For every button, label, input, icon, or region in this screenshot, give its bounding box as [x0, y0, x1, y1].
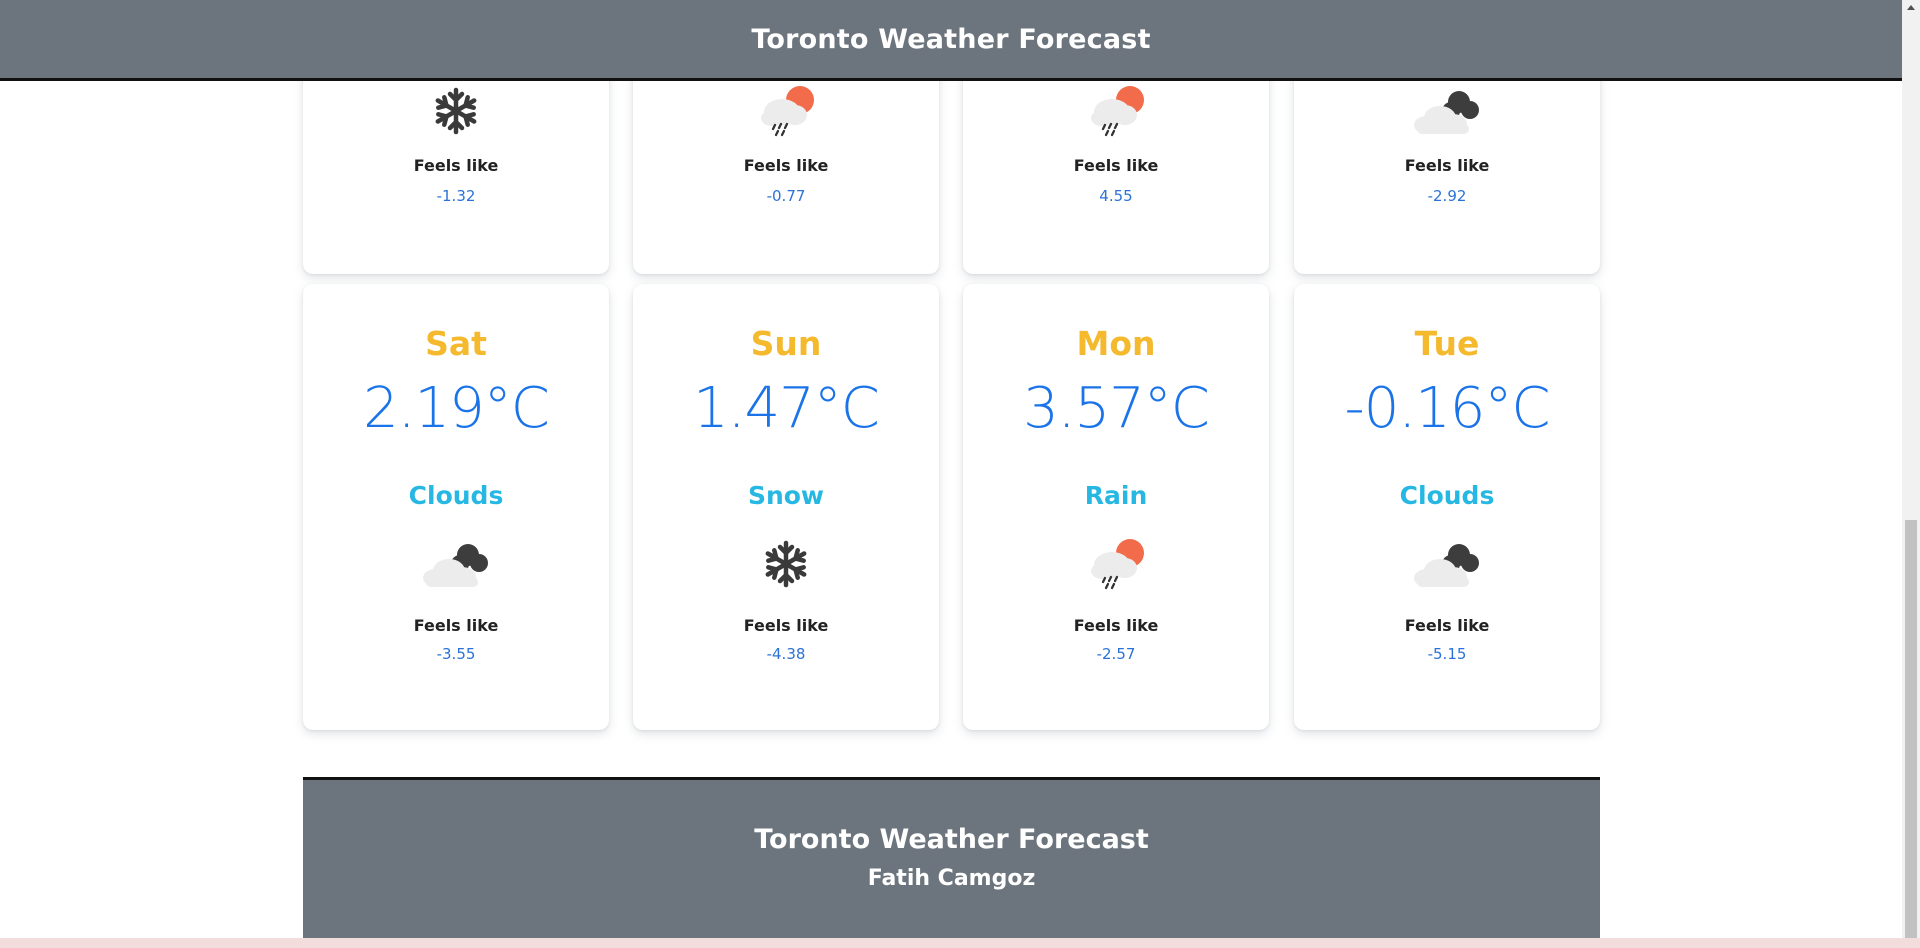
forecast-card-tue: Tue -0.16°C Clouds Feels like -5.15: [1294, 284, 1600, 730]
scrollbar-thumb[interactable]: [1905, 520, 1917, 938]
vertical-scrollbar[interactable]: [1902, 0, 1920, 938]
temperature: 1.47°C: [693, 376, 880, 441]
feels-like-value: -1.32: [436, 187, 476, 205]
feels-like-label: Feels like: [1073, 616, 1159, 635]
day-label: Tue: [1414, 324, 1480, 363]
feels-like-label: Feels like: [1404, 616, 1490, 635]
forecast-card-sat: Sat 2.19°C Clouds Feels like -3.55: [303, 284, 609, 730]
feels-like-label: Feels like: [1404, 156, 1490, 175]
temperature: 2.19°C: [363, 376, 550, 441]
snowflake-icon: [418, 80, 494, 142]
sun-cloud-rain-icon: [748, 80, 824, 142]
condition-label: Snow: [747, 481, 825, 510]
feels-like-label: Feels like: [413, 156, 499, 175]
condition-label: Rain: [1084, 481, 1148, 510]
feels-like-label: Feels like: [743, 616, 829, 635]
day-label: Mon: [1076, 324, 1156, 363]
clouds-icon: [418, 533, 494, 595]
page-viewport: Feels like -1.32 Feels like -0.77 Feels …: [0, 0, 1902, 938]
feels-like-value: -4.38: [766, 645, 806, 663]
sun-cloud-rain-icon: [1078, 533, 1154, 595]
scroll-up-arrow-icon[interactable]: [1902, 0, 1920, 16]
footer-title: Toronto Weather Forecast: [754, 824, 1149, 855]
feels-like-value: -0.77: [766, 187, 806, 205]
feels-like-value: -2.92: [1427, 187, 1467, 205]
clouds-icon: [1409, 533, 1485, 595]
feels-like-value: -3.55: [436, 645, 476, 663]
sun-cloud-rain-icon: [1078, 80, 1154, 142]
page-title: Toronto Weather Forecast: [751, 23, 1151, 55]
condition-label: Clouds: [1399, 481, 1495, 510]
day-label: Sat: [425, 324, 487, 363]
feels-like-value: 4.55: [1099, 187, 1133, 205]
footer-author: Fatih Camgoz: [867, 866, 1036, 891]
os-taskbar-strip: [0, 938, 1920, 948]
page-footer: Toronto Weather Forecast Fatih Camgoz: [303, 777, 1600, 938]
temperature: 3.57°C: [1023, 376, 1210, 441]
feels-like-value: -5.15: [1427, 645, 1467, 663]
feels-like-value: -2.57: [1096, 645, 1136, 663]
feels-like-label: Feels like: [743, 156, 829, 175]
forecast-card-mon: Mon 3.57°C Rain Feels like -2.57: [963, 284, 1269, 730]
snowflake-icon: [748, 533, 824, 595]
forecast-card-sun: Sun 1.47°C Snow Feels like -4.38: [633, 284, 939, 730]
clouds-icon: [1409, 80, 1485, 142]
page-header: Toronto Weather Forecast: [0, 0, 1902, 81]
temperature: -0.16°C: [1344, 376, 1551, 441]
condition-label: Clouds: [408, 481, 504, 510]
feels-like-label: Feels like: [1073, 156, 1159, 175]
day-label: Sun: [750, 324, 822, 363]
feels-like-label: Feels like: [413, 616, 499, 635]
